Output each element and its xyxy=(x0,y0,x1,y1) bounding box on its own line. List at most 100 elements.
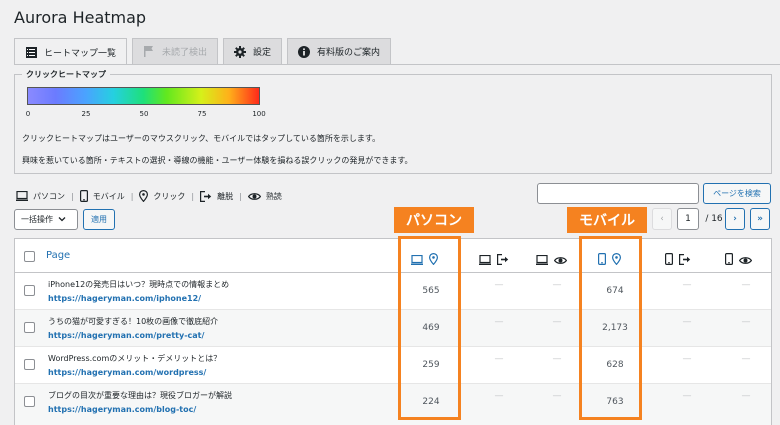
legend-read-label: 熟読 xyxy=(265,191,282,201)
mobile-leave-value: — xyxy=(682,391,692,401)
exit-icon xyxy=(200,190,212,202)
pc-leave-value: — xyxy=(494,354,504,364)
scale-tick: 0 xyxy=(25,110,31,118)
app-title: Aurora Heatmap xyxy=(14,8,147,27)
legend-description: クリックヒートマップはユーザーのマウスクリック、モバイルではタップしている箇所を… xyxy=(22,134,381,143)
scale-tick: 25 xyxy=(81,110,91,118)
mobile-read-value: — xyxy=(741,317,751,327)
current-page-input[interactable]: 1 xyxy=(677,208,699,230)
row-checkbox[interactable] xyxy=(24,359,35,370)
scale-tick: 75 xyxy=(197,110,207,118)
desktop-icon xyxy=(536,250,548,269)
mobile-leave-value: — xyxy=(682,354,692,364)
page-title: WordPress.comのメリット・デメリットとは？ xyxy=(48,354,222,363)
pc-click-highlight-box xyxy=(398,236,461,420)
eye-icon xyxy=(553,250,568,269)
table-row: ブログの目次が重要な理由は？現役ブロガーが解説 https://hageryma… xyxy=(15,384,771,425)
mobile-icon xyxy=(79,190,88,202)
separator: | xyxy=(130,191,134,201)
page-search-input[interactable] xyxy=(537,183,699,204)
table-row: iPhone12の発売日はいつ？現時点での情報まとめ https://hager… xyxy=(15,273,771,310)
page-url-link[interactable]: https://hageryman.com/iphone12/ xyxy=(48,294,201,303)
select-all-checkbox[interactable] xyxy=(24,251,35,262)
pc-read-value: — xyxy=(552,280,562,290)
list-icon xyxy=(25,46,37,58)
last-page-button[interactable]: » xyxy=(750,208,770,230)
location-pin-icon xyxy=(139,190,149,202)
apply-button[interactable]: 適用 xyxy=(83,209,115,230)
pc-read-value: — xyxy=(552,391,562,401)
bulk-action-select[interactable]: 一括操作 xyxy=(14,209,78,230)
separator: | xyxy=(239,191,242,201)
legend-description: 興味を惹いている箇所・テキストの選択・導線の機能・ユーザー体験を損ねる誤クリック… xyxy=(22,156,413,165)
desktop-icon xyxy=(16,191,28,201)
tab-divider xyxy=(14,64,780,65)
bulk-action-label: 一括操作 xyxy=(21,215,53,224)
mobile-read-value: — xyxy=(741,391,751,401)
mobile-annotation-label: モバイル xyxy=(567,207,647,233)
scale-tick: 50 xyxy=(139,110,149,118)
legend-mobile-label: モバイル xyxy=(92,191,125,201)
eye-icon xyxy=(247,192,261,201)
mobile-read-column-header[interactable] xyxy=(725,250,753,269)
tab-heatmap-list[interactable]: ヒートマップ一覧 xyxy=(14,38,128,65)
page-column-header[interactable]: Page xyxy=(46,250,70,261)
tab-label: 有料版のご案内 xyxy=(317,48,381,58)
prev-page-button[interactable]: ‹ xyxy=(652,208,672,230)
pc-annotation-label: パソコン xyxy=(394,207,474,233)
row-checkbox[interactable] xyxy=(24,396,35,407)
legend-leave-label: 離脱 xyxy=(217,191,234,201)
mobile-leave-value: — xyxy=(682,317,692,327)
table-row: WordPress.comのメリット・デメリットとは？ https://hage… xyxy=(15,347,771,384)
row-checkbox[interactable] xyxy=(24,322,35,333)
page-url-link[interactable]: https://hageryman.com/wordpress/ xyxy=(48,368,206,377)
tab-label: ヒートマップ一覧 xyxy=(44,48,117,59)
desktop-icon xyxy=(479,250,491,269)
pc-leave-value: — xyxy=(494,317,504,327)
eye-icon xyxy=(738,250,753,269)
chevron-down-icon xyxy=(58,215,66,224)
tab-paid-version[interactable]: 有料版のご案内 xyxy=(287,38,392,64)
total-pages: / 16 xyxy=(705,214,723,224)
next-page-button[interactable]: › xyxy=(725,208,745,230)
page-search-button[interactable]: ページを検索 xyxy=(703,183,771,204)
pc-leave-value: — xyxy=(494,280,504,290)
legend-pc-label: パソコン xyxy=(33,191,65,201)
gear-icon xyxy=(234,45,247,58)
pc-read-value: — xyxy=(552,354,562,364)
pc-read-column-header[interactable] xyxy=(536,250,568,269)
mobile-leave-column-header[interactable] xyxy=(665,250,691,269)
icon-legend: パソコン | モバイル | クリック | 離脱 | 熟読 xyxy=(16,190,282,202)
tab-label: 未読了検出 xyxy=(162,48,208,58)
exit-icon xyxy=(497,250,509,269)
row-checkbox[interactable] xyxy=(24,285,35,296)
tab-bar: ヒートマップ一覧 未読了検出 設定 有料版のご案内 xyxy=(14,38,392,65)
mobile-read-value: — xyxy=(741,354,751,364)
legend-title: クリックヒートマップ xyxy=(22,69,110,80)
mobile-click-highlight-box xyxy=(579,236,642,420)
pc-leave-column-header[interactable] xyxy=(479,250,509,269)
mobile-icon xyxy=(725,250,734,269)
exit-icon xyxy=(679,250,691,269)
mobile-read-value: — xyxy=(741,280,751,290)
table-header: Page xyxy=(15,239,771,273)
page-title: iPhone12の発売日はいつ？現時点での情報まとめ xyxy=(48,280,230,289)
page-url-link[interactable]: https://hageryman.com/blog-toc/ xyxy=(48,405,196,414)
table-row: うちの猫が可愛すぎる！10枚の画像で徹底紹介 https://hageryman… xyxy=(15,310,771,347)
tab-unread-detection[interactable]: 未読了検出 xyxy=(132,38,219,64)
scale-tick: 100 xyxy=(252,110,266,118)
tab-settings[interactable]: 設定 xyxy=(223,38,283,64)
tab-label: 設定 xyxy=(253,48,272,58)
pc-leave-value: — xyxy=(494,391,504,401)
page-url-link[interactable]: https://hageryman.com/pretty-cat/ xyxy=(48,331,204,340)
flag-icon xyxy=(143,46,155,58)
pc-read-value: — xyxy=(552,317,562,327)
heatmap-color-scale xyxy=(27,87,260,105)
page-title: うちの猫が可愛すぎる！10枚の画像で徹底紹介 xyxy=(48,317,219,326)
separator: | xyxy=(191,191,195,201)
mobile-icon xyxy=(665,250,674,269)
info-icon xyxy=(298,45,311,58)
page-title: ブログの目次が重要な理由は？現役ブロガーが解説 xyxy=(48,391,232,400)
legend-click-label: クリック xyxy=(153,191,186,201)
heatmap-table: Page iPhone12の発売日はいつ？現時点での情報まとめ https://… xyxy=(14,238,772,425)
